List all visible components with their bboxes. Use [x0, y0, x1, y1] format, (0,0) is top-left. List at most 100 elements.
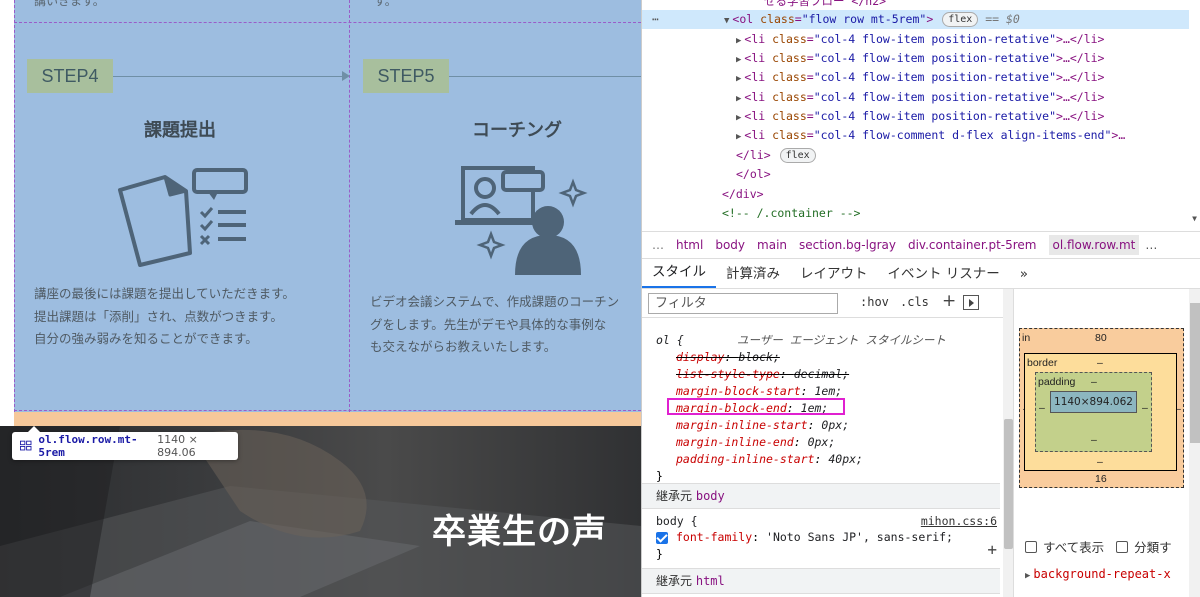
margin-bottom-value[interactable]: 16: [1095, 473, 1107, 485]
breadcrumb-item-current[interactable]: ol.flow.row.mt: [1048, 235, 1140, 255]
group-checkbox[interactable]: [1116, 540, 1129, 553]
box-model-margin[interactable]: in 80 – – 16 border – – padding – – – – …: [1019, 328, 1184, 488]
border-top-value[interactable]: –: [1097, 357, 1103, 369]
section-title: 卒業生の声: [432, 512, 607, 552]
show-all-option[interactable]: すべて表示 分類す: [1025, 537, 1172, 556]
box-model-content[interactable]: 1140×894.062: [1050, 391, 1137, 413]
tree-line-li[interactable]: ▶ <li class="col-4 flow-comment d-flex al…: [736, 126, 1125, 145]
margin-label: in: [1022, 332, 1031, 344]
source-link[interactable]: mihon.css:6: [921, 513, 997, 530]
css-property[interactable]: display: block;: [676, 349, 780, 366]
styles-pane: :hov .cls + ol { ユーザー エージェント スタイルシート dis…: [642, 289, 1014, 597]
padding-label: padding: [1038, 376, 1076, 388]
step-description: 講座の最後には課題を提出していただきます。 提出課題は「添削」され、点数がつきま…: [34, 286, 295, 346]
collapse-triangle-icon[interactable]: ▼: [724, 16, 729, 26]
rule-close: }: [656, 547, 663, 561]
expand-triangle-icon[interactable]: ▶: [736, 113, 741, 123]
css-property[interactable]: margin-inline-start: 0px;: [676, 417, 849, 434]
margin-highlight: [14, 412, 641, 426]
padding-right-value[interactable]: –: [1142, 402, 1148, 414]
expand-triangle-icon[interactable]: ▶: [736, 74, 741, 84]
step-description: ビデオ会議システムで、作成課題のコーチン グをします。先生がデモや具体的な事例な…: [370, 294, 620, 354]
breadcrumb-more[interactable]: …: [652, 238, 664, 252]
css-property[interactable]: padding-inline-start: 40px;: [676, 451, 863, 468]
scroll-down-arrow-icon[interactable]: ▼: [1192, 214, 1197, 223]
step-title: コーチング: [472, 120, 562, 141]
css-property[interactable]: list-style-type: decimal;: [676, 366, 849, 383]
tooltip-caret: [28, 426, 40, 432]
breadcrumb-item[interactable]: section.bg-lgray: [799, 238, 896, 252]
page-preview: 講いきます。 す。 STEP4 課題提出 講座の最後には課題を提出していただきま…: [0, 0, 641, 597]
box-model-border[interactable]: border – – padding – – – – 1140×894.062: [1024, 353, 1177, 471]
tab-styles[interactable]: スタイル: [642, 260, 716, 288]
inherited-from-body: 継承元 body: [642, 483, 1000, 509]
margin-top-value[interactable]: 80: [1095, 332, 1107, 344]
border-bottom-value[interactable]: –: [1097, 456, 1103, 468]
css-property[interactable]: font-family: 'Noto Sans JP', sans-serif;: [676, 529, 953, 546]
tooltip-selector: ol.flow.row.mt-5rem: [38, 433, 138, 459]
filter-input[interactable]: [648, 293, 838, 314]
cut-off-text: 講いきます。: [34, 0, 105, 8]
elements-tree[interactable]: せる学習フロー </h2> ⋯ ▼ <ol class="flow row mt-…: [642, 0, 1200, 229]
scrollbar-thumb[interactable]: [1004, 419, 1013, 549]
devtools-panel: せる学習フロー </h2> ⋯ ▼ <ol class="flow row mt-…: [641, 0, 1200, 597]
tab-layout[interactable]: レイアウト: [790, 262, 878, 288]
padding-bottom-value[interactable]: –: [1091, 434, 1097, 446]
css-property[interactable]: margin-inline-end: 0px;: [676, 434, 835, 451]
tree-line-close-div[interactable]: </div>: [722, 185, 764, 204]
expand-triangle-icon[interactable]: ▶: [736, 94, 741, 104]
padding-left-value[interactable]: –: [1039, 402, 1045, 414]
rule-selector: body {: [656, 514, 698, 528]
more-dots-icon[interactable]: ⋯: [652, 10, 659, 29]
tab-event-listeners[interactable]: イベント リスナー: [878, 262, 1010, 288]
tree-line-li[interactable]: ▶ <li class="col-4 flow-item position-ret…: [736, 88, 1104, 107]
step-title: 課題提出: [144, 120, 216, 141]
hov-button[interactable]: :hov: [860, 295, 889, 309]
styles-tabs: スタイル 計算済み レイアウト イベント リスナー »: [642, 259, 1200, 289]
inherited-from-html: 継承元 html: [642, 568, 1000, 594]
tree-line-li[interactable]: ▶ <li class="col-4 flow-item position-ret…: [736, 49, 1104, 68]
step-badge: STEP5: [363, 59, 449, 93]
guide-line: [14, 0, 15, 412]
padding-top-value[interactable]: –: [1091, 376, 1097, 388]
breadcrumb-item[interactable]: div.container.pt-5rem: [908, 238, 1037, 252]
show-all-checkbox[interactable]: [1025, 540, 1037, 553]
step-connector: [113, 76, 342, 77]
filter-row: :hov .cls +: [642, 289, 1013, 318]
tree-line-li[interactable]: ▶ <li class="col-4 flow-item position-ret…: [736, 68, 1104, 87]
cls-button[interactable]: .cls: [900, 295, 929, 309]
add-property-plus-icon[interactable]: +: [987, 540, 997, 559]
guide-line: [14, 410, 641, 411]
rule-selector: ol {: [656, 333, 684, 347]
flex-badge[interactable]: flex: [779, 148, 816, 163]
tree-line-close-li[interactable]: </li> flex: [736, 146, 816, 165]
flex-badge[interactable]: flex: [942, 12, 979, 27]
flex-layout-icon: [20, 440, 32, 451]
scrollbar-thumb[interactable]: [1190, 303, 1200, 443]
tree-line-comment[interactable]: <!-- /.container -->: [722, 204, 860, 223]
toggle-sidebar-icon[interactable]: [963, 295, 979, 310]
tree-line-close-ol[interactable]: </ol>: [736, 165, 771, 184]
border-label: border: [1027, 357, 1058, 369]
annotation-highlight-box: [667, 398, 845, 415]
computed-property[interactable]: ▶ background-repeat-x: [1025, 567, 1171, 581]
property-checkbox[interactable]: [656, 532, 668, 544]
breadcrumb-more[interactable]: …: [1145, 238, 1157, 252]
arrow-right-icon: [342, 71, 350, 81]
tree-line-selected[interactable]: ⋯ ▼ <ol class="flow row mt-5rem"> flex ==…: [642, 10, 1189, 29]
tree-line-li[interactable]: ▶ <li class="col-4 flow-item position-ret…: [736, 30, 1104, 49]
expand-triangle-icon[interactable]: ▶: [736, 36, 741, 46]
breadcrumb-item[interactable]: body: [715, 238, 745, 252]
tab-more[interactable]: »: [1010, 266, 1038, 288]
expand-triangle-icon[interactable]: ▶: [736, 55, 741, 65]
tree-line-li[interactable]: ▶ <li class="col-4 flow-item position-ret…: [736, 107, 1104, 126]
tooltip-size: 1140 × 894.06: [157, 433, 198, 459]
new-rule-plus-icon[interactable]: +: [942, 291, 956, 311]
tab-computed[interactable]: 計算済み: [716, 262, 790, 288]
breadcrumb-item[interactable]: main: [757, 238, 787, 252]
breadcrumb-item[interactable]: html: [676, 238, 703, 252]
element-tooltip: ol.flow.row.mt-5rem 1140 × 894.06: [12, 432, 238, 460]
expand-triangle-icon[interactable]: ▶: [1025, 571, 1030, 581]
box-model-padding[interactable]: padding – – – – 1140×894.062: [1035, 372, 1152, 452]
expand-triangle-icon[interactable]: ▶: [736, 132, 741, 142]
